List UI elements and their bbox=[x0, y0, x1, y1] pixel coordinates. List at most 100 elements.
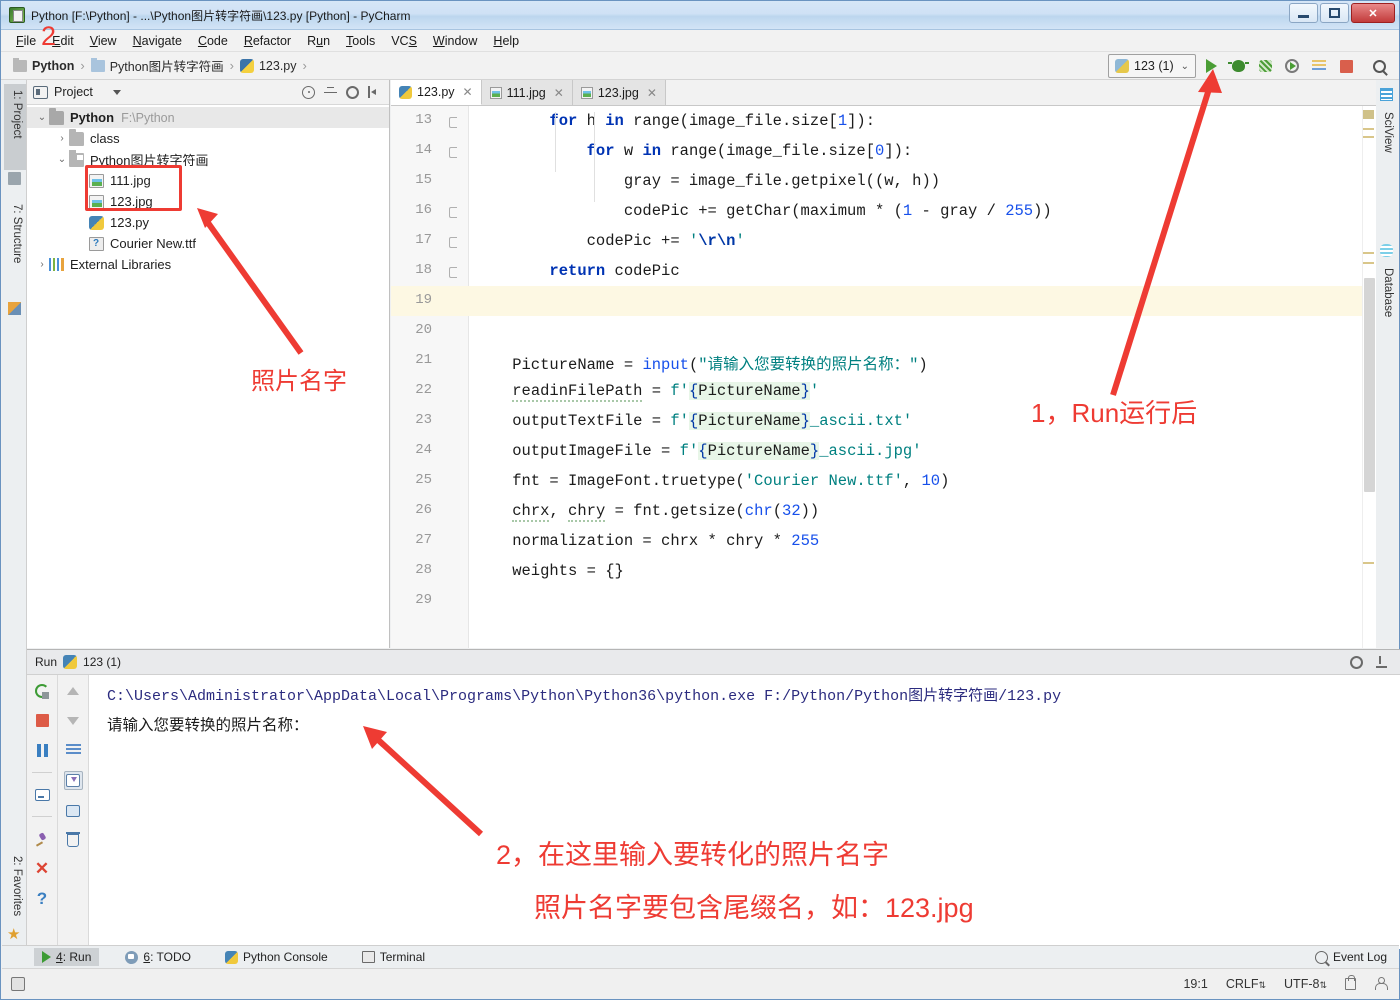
hide-panel-icon[interactable] bbox=[368, 86, 379, 98]
bottom-tab-run[interactable]: 4: Run bbox=[34, 948, 100, 966]
folder-icon bbox=[69, 128, 84, 146]
close-icon[interactable]: ✕ bbox=[554, 86, 564, 100]
hide-panel-icon[interactable] bbox=[1375, 655, 1388, 669]
editor-marker bbox=[1363, 136, 1374, 138]
line-separator-selector[interactable]: CRLF⇅ bbox=[1226, 977, 1266, 991]
menu-vcs[interactable]: VCS bbox=[384, 32, 424, 50]
close-button[interactable]: ✕ bbox=[1351, 3, 1395, 23]
chevron-down-icon: ⌄ bbox=[1180, 60, 1189, 72]
clear-all-icon[interactable] bbox=[64, 831, 83, 850]
ttf-file-icon bbox=[89, 236, 104, 251]
code-fold-icon[interactable] bbox=[447, 116, 458, 128]
close-icon[interactable]: ✕ bbox=[647, 86, 657, 100]
stop-button[interactable] bbox=[1334, 54, 1358, 78]
minimize-button[interactable] bbox=[1289, 3, 1318, 23]
rerun-tests-button[interactable] bbox=[1307, 54, 1331, 78]
tab-111-jpg[interactable]: 111.jpg ✕ bbox=[481, 80, 573, 105]
editor-scroll-thumb[interactable] bbox=[1364, 278, 1375, 492]
menu-view[interactable]: View bbox=[83, 32, 124, 50]
sidebar-item-label: SciView bbox=[1382, 112, 1394, 153]
indent-guide bbox=[555, 112, 556, 172]
close-icon[interactable]: ✕ bbox=[33, 859, 52, 878]
help-icon[interactable]: ? bbox=[33, 889, 52, 908]
maximize-button[interactable] bbox=[1320, 3, 1349, 23]
menu-run[interactable]: Run bbox=[300, 32, 337, 50]
right-tool-window-strip: SciView Database bbox=[1374, 80, 1398, 640]
stop-icon[interactable] bbox=[33, 711, 52, 730]
print-icon[interactable] bbox=[64, 801, 83, 820]
gear-icon[interactable] bbox=[1350, 655, 1363, 669]
scroll-down-icon[interactable] bbox=[64, 711, 83, 730]
hide-all-windows-button[interactable] bbox=[2, 976, 34, 991]
hector-icon[interactable] bbox=[1374, 977, 1388, 990]
scroll-from-source-icon[interactable] bbox=[302, 85, 315, 99]
console-icon[interactable] bbox=[33, 785, 52, 804]
breadcrumb-item-file[interactable]: 123.py › bbox=[239, 58, 313, 73]
expand-arrow-icon[interactable]: › bbox=[35, 259, 49, 270]
caret-position[interactable]: 19:1 bbox=[1183, 977, 1207, 991]
menu-code[interactable]: Code bbox=[191, 32, 235, 50]
expand-arrow-icon[interactable]: › bbox=[55, 133, 69, 144]
debug-button[interactable] bbox=[1226, 54, 1250, 78]
tree-item-123-jpg[interactable]: 123.jpg bbox=[27, 191, 389, 212]
line-number: 29 bbox=[415, 592, 432, 608]
lock-icon[interactable] bbox=[1345, 974, 1356, 990]
editor-gutter[interactable]: 13 14 15 16 17 18 19 20 21 22 23 24 25 26 27 28 29 bbox=[391, 106, 469, 648]
menu-refactor[interactable]: Refactor bbox=[237, 32, 298, 50]
sidebar-item-database[interactable]: Database bbox=[1375, 262, 1397, 342]
breadcrumb-item-project[interactable]: Python › bbox=[13, 57, 91, 73]
soft-wrap-icon[interactable] bbox=[64, 741, 83, 760]
encoding-selector[interactable]: UTF-8⇅ bbox=[1284, 977, 1327, 991]
bottom-tab-terminal[interactable]: Terminal bbox=[354, 948, 433, 966]
gear-icon[interactable] bbox=[346, 85, 359, 99]
sidebar-item-project[interactable]: 1: Project bbox=[4, 84, 26, 170]
collapse-all-icon[interactable] bbox=[324, 86, 337, 99]
run-button[interactable] bbox=[1199, 54, 1223, 78]
tree-item-class[interactable]: › class bbox=[27, 128, 389, 149]
search-everywhere-button[interactable] bbox=[1367, 54, 1391, 78]
pause-icon[interactable] bbox=[33, 741, 52, 760]
line-number: 25 bbox=[415, 472, 432, 488]
close-icon[interactable]: ✕ bbox=[463, 85, 473, 99]
tab-123-jpg[interactable]: 123.jpg ✕ bbox=[572, 80, 666, 105]
sidebar-item-structure[interactable]: 7: Structure bbox=[4, 198, 26, 298]
expand-arrow-icon[interactable]: ⌄ bbox=[55, 154, 69, 165]
menu-tools[interactable]: Tools bbox=[339, 32, 382, 50]
bottom-tab-todo[interactable]: 6: TODO bbox=[117, 948, 199, 966]
tree-item-courier-new-ttf[interactable]: Courier New.ttf bbox=[27, 233, 389, 254]
code-fold-icon[interactable] bbox=[447, 266, 458, 278]
tree-item-111-jpg[interactable]: 111.jpg bbox=[27, 170, 389, 191]
menu-navigate[interactable]: Navigate bbox=[126, 32, 189, 50]
editor-scrollbar[interactable] bbox=[1362, 106, 1376, 648]
tree-item-123-py[interactable]: 123.py bbox=[27, 212, 389, 233]
bottom-tab-python-console[interactable]: Python Console bbox=[217, 948, 336, 966]
chevron-down-icon[interactable] bbox=[112, 89, 121, 95]
pin-icon[interactable] bbox=[33, 829, 52, 848]
code-editor[interactable]: 13 14 15 16 17 18 19 20 21 22 23 24 25 26 27 28 29 for h… bbox=[391, 106, 1376, 648]
editor-text[interactable]: for h in range(image_file.size[1]): for … bbox=[469, 106, 1376, 648]
scroll-to-end-icon[interactable] bbox=[63, 771, 83, 790]
code-fold-icon[interactable] bbox=[447, 236, 458, 248]
menu-file[interactable]: File bbox=[9, 32, 43, 50]
coverage-button[interactable] bbox=[1253, 54, 1277, 78]
tree-item-python-root[interactable]: ⌄ Python F:\Python bbox=[27, 107, 389, 128]
tree-item-external-libraries[interactable]: › External Libraries bbox=[27, 254, 389, 275]
profile-button[interactable] bbox=[1280, 54, 1304, 78]
project-panel-title: Project bbox=[54, 85, 93, 99]
run-configuration-selector[interactable]: 123 (1) ⌄ bbox=[1108, 54, 1196, 78]
scroll-up-icon[interactable] bbox=[64, 681, 83, 700]
editor-marker bbox=[1363, 252, 1374, 254]
menu-window[interactable]: Window bbox=[426, 32, 484, 50]
event-log-button[interactable]: Event Log bbox=[1314, 950, 1399, 964]
breadcrumb-separator: › bbox=[302, 58, 307, 73]
sidebar-item-sciview[interactable]: SciView bbox=[1375, 106, 1397, 174]
menu-help[interactable]: Help bbox=[486, 32, 526, 50]
code-fold-icon[interactable] bbox=[447, 146, 458, 158]
tab-123-py[interactable]: 123.py ✕ bbox=[391, 80, 482, 105]
code-fold-icon[interactable] bbox=[447, 206, 458, 218]
python-config-icon bbox=[63, 655, 78, 669]
breadcrumb-item-folder[interactable]: Python图片转字符画 › bbox=[90, 56, 240, 75]
tree-item-image-folder[interactable]: ⌄ Python图片转字符画 bbox=[27, 149, 389, 170]
expand-arrow-icon[interactable]: ⌄ bbox=[35, 112, 49, 123]
rerun-icon[interactable] bbox=[33, 681, 52, 700]
